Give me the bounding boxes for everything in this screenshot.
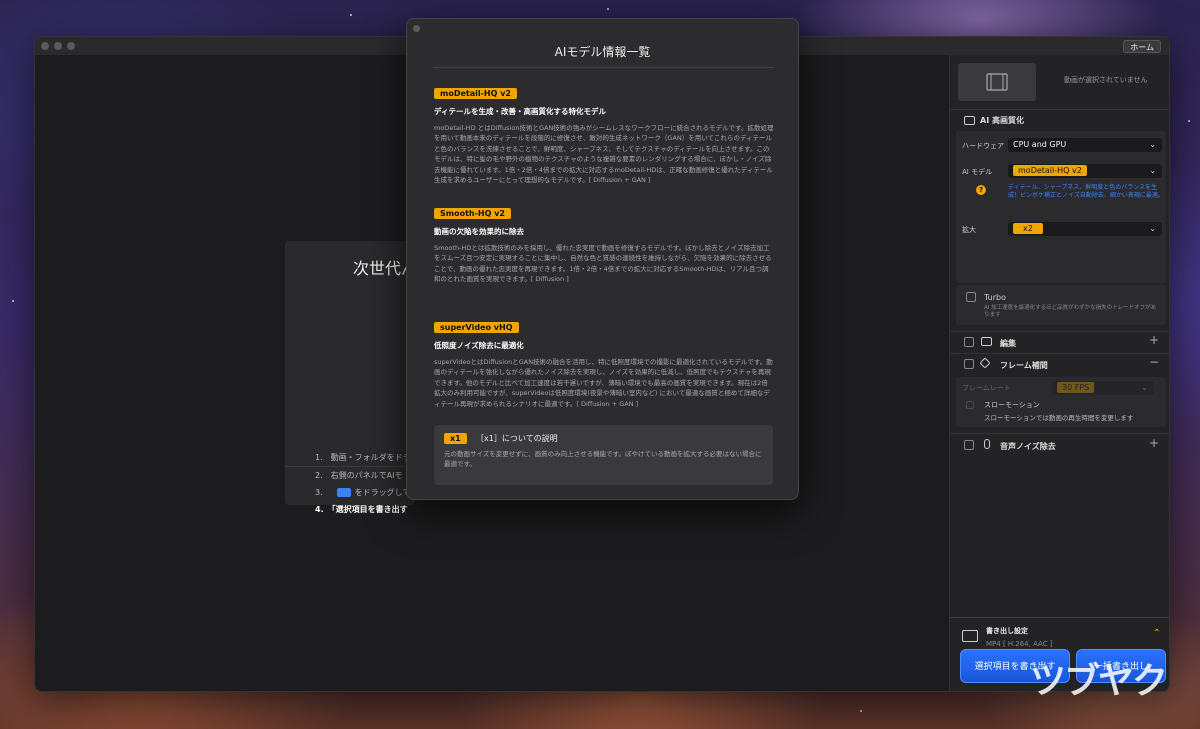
ai-enhance-header: AI 高画質化	[950, 109, 1169, 129]
x1-info-text: 元の動画サイズを変更せずに、画質のみ向上させる機能です。ぼやけている動画を拡大す…	[444, 450, 762, 468]
star	[350, 14, 352, 16]
slow-motion-checkbox[interactable]	[966, 401, 974, 409]
frame-rate-select[interactable]: 30 FPS ⌄	[1052, 381, 1154, 395]
chevron-down-icon: ⌄	[1149, 166, 1156, 175]
edit-icon	[981, 337, 992, 346]
turbo-label: Turbo	[984, 293, 1007, 302]
model-description: superVideoとはDiffusionとGAN技術の融合を活用し、特に低照度…	[434, 358, 773, 408]
turbo-block: Turbo AI 加工速度を最適化するほど品質がわずかな損失のトレードオフがあり…	[956, 285, 1166, 325]
edit-label: 編集	[1000, 339, 1016, 348]
watermark-logo: ツブヤク	[1030, 661, 1168, 702]
home-button[interactable]: ホーム	[1123, 40, 1161, 53]
ai-enhance-title: AI 高画質化	[980, 116, 1024, 125]
model-heading: ディテールを生成・改善・高画質化する特化モデル	[434, 107, 606, 116]
maximize-window-button[interactable]	[67, 42, 75, 50]
noise-reduction-label: 音声ノイズ除去	[1000, 442, 1056, 451]
edit-checkbox[interactable]	[964, 337, 974, 347]
ai-model-description: ディテール、シャープネス、鮮明度と色のバランスを生成！ピンボケ補正とノイズ自動除…	[1008, 184, 1164, 199]
star	[12, 300, 14, 302]
noise-reduction-checkbox[interactable]	[964, 440, 974, 450]
step-text: をドラッグして	[354, 488, 411, 497]
frame-rate-value: 30 FPS	[1057, 382, 1095, 393]
model-name-badge: moDetail-HQ v2	[434, 88, 517, 99]
help-icon[interactable]: ?	[976, 185, 986, 195]
scale-label: 拡大	[962, 226, 976, 234]
plus-icon[interactable]: +	[1149, 333, 1159, 347]
plus-icon[interactable]: +	[1149, 436, 1159, 450]
scale-select[interactable]: x2 ⌄	[1008, 222, 1162, 236]
chevron-up-icon[interactable]: ⌃	[1153, 628, 1161, 639]
right-panel: 動画が選択されていません AI 高画質化 ハードウェア CPU and GPU ⌄…	[949, 55, 1169, 691]
close-window-button[interactable]	[41, 42, 49, 50]
model-name-badge: Smooth-HQ v2	[434, 208, 511, 219]
model-name-badge: superVideo vHQ	[434, 322, 519, 333]
minus-icon[interactable]: −	[1149, 355, 1159, 369]
model-heading: 低照度ノイズ除去に最適化	[434, 341, 524, 350]
star	[1188, 120, 1190, 122]
step-number: 3.	[315, 488, 323, 497]
turbo-description: AI 加工速度を最適化するほど品質がわずかな損失のトレードオフがあります	[984, 305, 1157, 318]
frame-rate-label: フレームレート	[962, 384, 1011, 392]
model-description: Smooth-HDとは拡散技術のみを採用し、優れた忠実度で動画を修復するモデルで…	[434, 244, 772, 284]
ai-model-value: moDetail-HQ v2	[1013, 165, 1087, 176]
hardware-select[interactable]: CPU and GPU ⌄	[1008, 138, 1162, 152]
edit-row[interactable]: 編集 +	[950, 331, 1169, 351]
no-video-text: 動画が選択されていません	[1064, 76, 1148, 84]
hardware-label: ハードウェア	[962, 142, 1004, 150]
frame-interp-row[interactable]: フレーム補間 −	[950, 353, 1169, 373]
export-settings-icon	[962, 630, 978, 642]
minimize-window-button[interactable]	[54, 42, 62, 50]
star	[607, 8, 609, 10]
star	[860, 710, 862, 712]
ai-model-select[interactable]: moDetail-HQ v2 ⌄	[1008, 164, 1162, 178]
frame-interp-label: フレーム補間	[1000, 361, 1048, 370]
chevron-down-icon: ⌄	[1141, 383, 1148, 392]
chevron-down-icon: ⌄	[1149, 224, 1156, 233]
chevron-down-icon: ⌄	[1149, 140, 1156, 149]
drag-icon	[336, 488, 351, 497]
scale-value: x2	[1013, 223, 1043, 234]
ai-enhance-icon	[964, 116, 975, 125]
noise-reduction-row[interactable]: 音声ノイズ除去 +	[950, 433, 1169, 453]
x1-info-title: ［x1］についての説明	[476, 434, 558, 443]
modal-divider	[433, 67, 773, 68]
hardware-value: CPU and GPU	[1013, 140, 1067, 149]
x1-info-box: x1 ［x1］についての説明 元の動画サイズを変更せずに、画質のみ向上させる機能…	[434, 425, 773, 485]
microphone-icon	[984, 439, 990, 449]
turbo-checkbox[interactable]	[966, 292, 976, 302]
modal-close-button[interactable]	[413, 25, 420, 32]
model-description: moDetail-HD とはDiffusion技術とGAN技術の強みがシームレス…	[434, 124, 774, 185]
video-preview	[958, 63, 1036, 101]
frame-interp-checkbox[interactable]	[964, 359, 974, 369]
film-icon	[986, 73, 1008, 91]
export-settings-label: 書き出し設定	[986, 627, 1028, 635]
export-format: MP4 [ H.264, AAC ]	[986, 640, 1053, 648]
modal-title: AIモデル情報一覧	[554, 45, 651, 59]
model-card: superVideo vHQ 低照度ノイズ除去に最適化 superVideoとは…	[434, 315, 774, 409]
slow-motion-description: スローモーションでは動画の再生時間を変更します	[984, 414, 1134, 422]
model-heading: 動画の欠陥を効果的に除去	[434, 227, 524, 236]
step-item: 4. 「選択項目を書き出す	[315, 505, 408, 514]
model-card: Smooth-HQ v2 動画の欠陥を効果的に除去 Smooth-HDとは拡散技…	[434, 201, 774, 285]
frame-interp-icon	[979, 357, 991, 369]
slow-motion-label: スローモーション	[984, 401, 1040, 409]
ai-enhance-settings: ハードウェア CPU and GPU ⌄ AI モデル moDetail-HQ v…	[956, 131, 1166, 283]
frame-interp-settings: フレームレート 30 FPS ⌄ スローモーション スローモーションでは動画の再生…	[956, 377, 1166, 427]
x1-badge: x1	[444, 433, 467, 444]
ai-model-info-modal: AIモデル情報一覧 moDetail-HQ v2 ディテールを生成・改善・高画質…	[406, 18, 799, 500]
model-card: moDetail-HQ v2 ディテールを生成・改善・高画質化する特化モデル m…	[434, 81, 774, 185]
ai-model-label: AI モデル	[962, 168, 993, 176]
